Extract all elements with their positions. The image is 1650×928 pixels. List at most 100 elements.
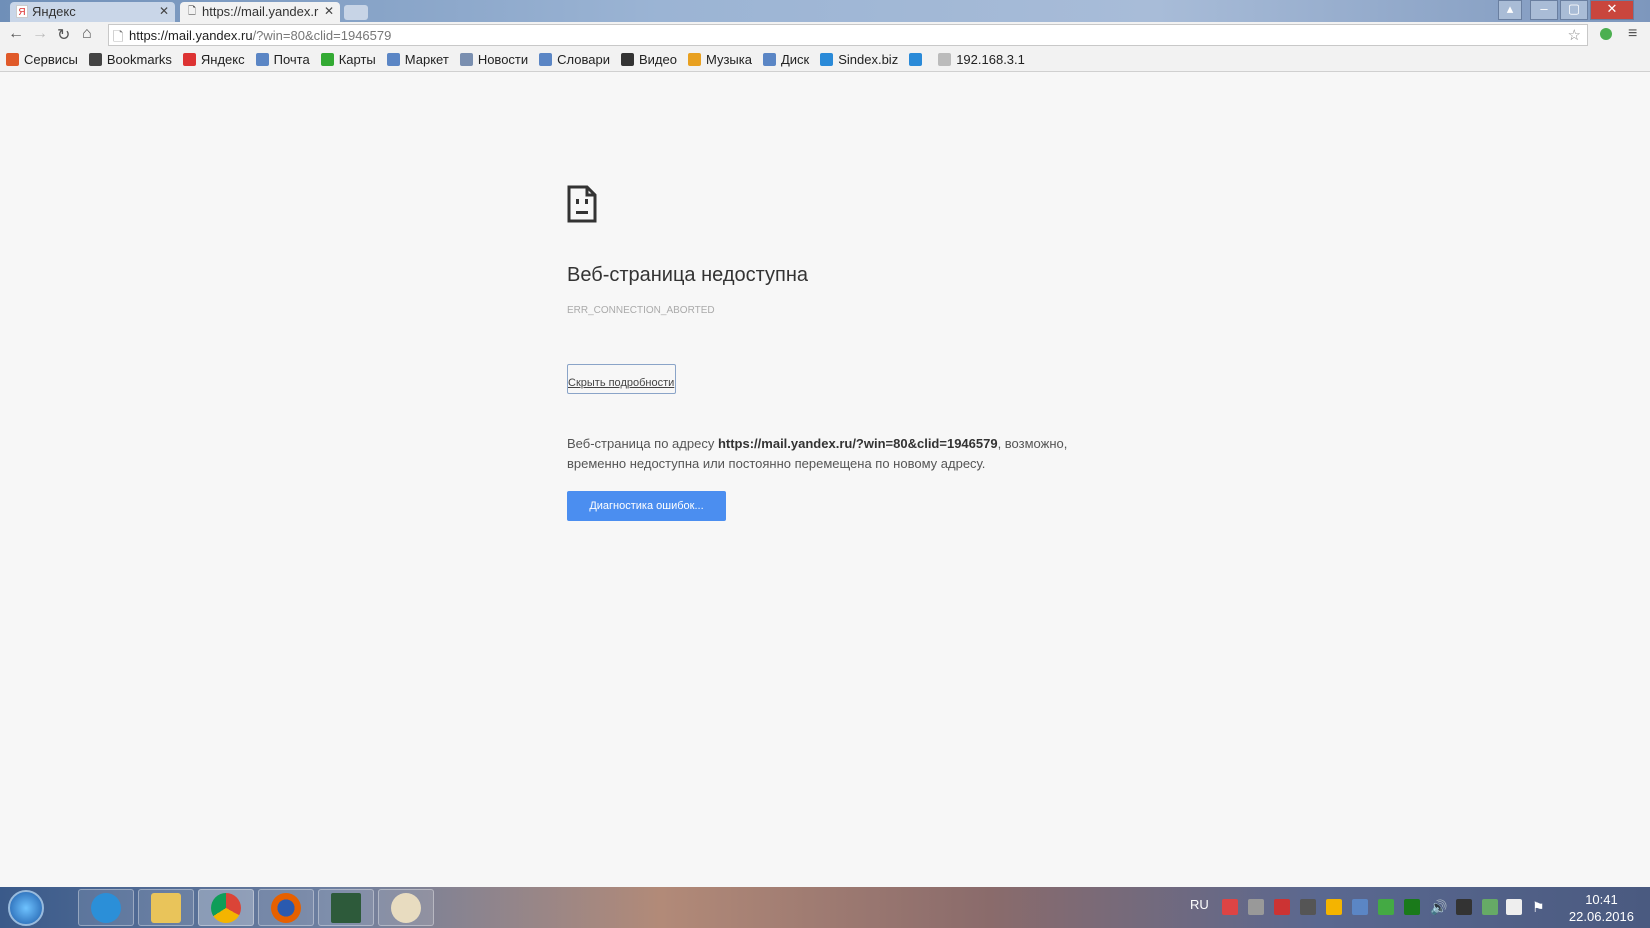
bookmark-label: Bookmarks — [106, 52, 172, 67]
page-icon: 🗋 — [187, 6, 197, 17]
bookmark-словари[interactable]: Словари — [539, 52, 610, 67]
bookmark-почта[interactable]: Почта — [255, 52, 310, 67]
bookmark-label: Яндекс — [200, 52, 245, 67]
forward-icon[interactable]: → — [32, 25, 48, 43]
new-tab-button[interactable] — [344, 5, 368, 20]
bookmark-label: Новости — [477, 52, 529, 67]
bookmark-label: Маркет — [404, 52, 449, 67]
url-path: /?win=80&clid=1946579 — [252, 28, 392, 43]
back-icon[interactable]: ← — [8, 25, 24, 43]
page-icon — [938, 53, 952, 66]
news-icon — [459, 53, 473, 66]
meter-icon[interactable] — [1404, 899, 1420, 915]
bookmark-vk-icon[interactable] — [909, 53, 927, 66]
bookmark-label: Музыка — [705, 52, 752, 67]
menu-icon[interactable]: ≡ — [1628, 25, 1637, 43]
page-icon: 🗋 — [113, 29, 124, 44]
desc-url: https://mail.yandex.ru/?win=80&clid=1946… — [717, 436, 998, 451]
start-button[interactable] — [8, 890, 44, 926]
yandex-icon — [182, 53, 196, 66]
error-code: ERR_CONNECTION_ABORTED — [567, 305, 715, 316]
minimize-button[interactable]: – — [1530, 0, 1558, 20]
bookmark-музыка[interactable]: Музыка — [687, 52, 752, 67]
extension-icon[interactable] — [1600, 28, 1612, 40]
bookmark-видео[interactable]: Видео — [620, 52, 677, 67]
url-host: https://mail.yandex.ru — [129, 28, 253, 43]
bookmark-sindex-biz[interactable]: Sindex.biz — [820, 52, 898, 67]
bookmark-маркет[interactable]: Маркет — [386, 52, 449, 67]
close-tab-icon[interactable]: ✕ — [159, 4, 169, 18]
bookmark-bookmarks[interactable]: Bookmarks — [88, 52, 172, 67]
time: 10:41 — [1585, 892, 1618, 907]
bookmark-диск[interactable]: Диск — [762, 52, 810, 67]
error-title: Веб-страница недоступна — [567, 264, 809, 286]
chrome-icon — [211, 892, 241, 923]
bookmark-label: Диск — [780, 52, 810, 67]
market-icon — [386, 53, 400, 66]
bookmark-карты[interactable]: Карты — [320, 52, 376, 67]
bookmark-192-168-3-1[interactable]: 192.168.3.1 — [938, 52, 1025, 67]
bookmark-яндекс[interactable]: Яндекс — [182, 52, 245, 67]
desc-prefix: Веб-страница по адресу — [567, 436, 718, 451]
sad-page-icon — [567, 185, 597, 223]
tab-mail-yandex[interactable]: 🗋 https://mail.yandex.r ✕ — [180, 2, 340, 22]
taskbar-explorer[interactable] — [138, 889, 194, 926]
tab-title: https://mail.yandex.r — [202, 4, 319, 19]
bookmark-label: 192.168.3.1 — [956, 52, 1025, 67]
dictionary-icon — [539, 53, 553, 66]
taskbar-firefox[interactable] — [258, 889, 314, 926]
taskbar-chrome[interactable] — [198, 889, 254, 926]
bookmark-label: Словари — [557, 52, 610, 67]
maximize-button[interactable]: ▢ — [1560, 0, 1588, 20]
music-icon — [687, 53, 701, 66]
close-window-button[interactable]: ✕ — [1590, 0, 1634, 20]
bookmark-label: Карты — [338, 52, 376, 67]
disk-icon — [762, 53, 776, 66]
network-icon[interactable] — [1456, 899, 1472, 915]
tab-strip: Я Яндекс ✕ 🗋 https://mail.yandex.r ✕ ▴ – ▢ ✕ — [0, 0, 1650, 22]
bookmark-сервисы[interactable]: Сервисы — [6, 52, 78, 67]
tab-yandex[interactable]: Я Яндекс ✕ — [10, 2, 175, 22]
volume-icon[interactable]: 🔊 — [1430, 899, 1447, 915]
bookmark-star-icon[interactable]: ☆ — [1568, 26, 1581, 44]
bookmark-label: Видео — [638, 52, 677, 67]
shield-icon[interactable] — [1300, 899, 1316, 915]
taskbar: RU 🔊 ⚑ 10:41 22.06.2016 — [0, 887, 1650, 928]
hide-details-button[interactable]: Скрыть подробности — [567, 364, 676, 394]
app-c-icon[interactable] — [1326, 899, 1342, 915]
bookmark-label: Почта — [273, 52, 310, 67]
vk-icon — [909, 53, 923, 66]
firefox-icon — [271, 892, 301, 923]
close-tab-icon[interactable]: ✕ — [324, 4, 334, 18]
language-indicator[interactable]: RU — [1190, 897, 1209, 912]
bookmarks-bar: Сервисы Bookmarks Яндекс Почта Карты Маркет Но… — [0, 48, 1650, 72]
ccleaner-icon[interactable] — [1222, 899, 1238, 915]
browser-toolbar: ← → ↻ ⌂ 🗋 https://mail.yandex.ru/?win=80&… — [0, 22, 1650, 48]
play-icon — [820, 53, 834, 66]
diagnose-errors-button[interactable]: Диагностика ошибок... — [567, 491, 726, 521]
usb-icon[interactable] — [1482, 899, 1498, 915]
paint-icon — [391, 892, 421, 923]
ie-icon — [91, 892, 121, 923]
clock[interactable]: 10:41 22.06.2016 — [1569, 891, 1634, 925]
video-icon — [620, 53, 634, 66]
maps-icon — [320, 53, 334, 66]
address-bar[interactable]: 🗋 https://mail.yandex.ru/?win=80&clid=194… — [108, 24, 1588, 46]
reload-icon[interactable]: ↻ — [57, 25, 70, 45]
taskbar-monitor[interactable] — [318, 889, 374, 926]
antivirus-icon[interactable] — [1274, 899, 1290, 915]
error-page: Веб-страница недоступна ERR_CONNECTION_A… — [0, 72, 1650, 887]
user-icon[interactable]: ▴ — [1498, 0, 1522, 20]
tab-title: Яндекс — [32, 4, 76, 19]
taskbar-paint[interactable] — [378, 889, 434, 926]
sync-icon[interactable] — [1378, 899, 1394, 915]
bookmark-новости[interactable]: Новости — [459, 52, 529, 67]
printer-icon[interactable] — [1248, 899, 1264, 915]
settings-icon[interactable] — [1506, 899, 1522, 915]
yandex-favicon-icon: Я — [16, 5, 28, 18]
info-icon[interactable] — [1352, 899, 1368, 915]
home-icon[interactable]: ⌂ — [82, 25, 92, 43]
taskbar-ie[interactable] — [78, 889, 134, 926]
error-description: Веб-страница по адресу https://mail.yand… — [567, 434, 1087, 474]
flag-icon[interactable]: ⚑ — [1532, 899, 1548, 915]
